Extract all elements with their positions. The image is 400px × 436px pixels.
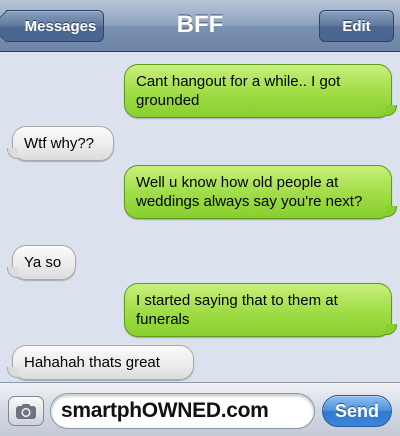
back-button-label: Messages <box>24 17 97 35</box>
message-text: Wtf why?? <box>24 135 95 152</box>
outgoing-message: I started saying that to them at funeral… <box>124 283 397 337</box>
edit-button[interactable]: Edit <box>319 10 394 42</box>
camera-icon <box>16 403 36 419</box>
compose-bar: smartphOWNED.com Send <box>0 382 400 436</box>
incoming-message: Wtf why?? <box>7 126 114 161</box>
navigation-bar: Messages BFF Edit <box>0 0 400 52</box>
message-input[interactable]: smartphOWNED.com <box>50 393 315 429</box>
message-text: Well u know how old people at weddings a… <box>136 174 363 210</box>
incoming-message: Hahahah thats great <box>7 345 194 380</box>
back-button[interactable]: Messages <box>6 10 104 42</box>
camera-button[interactable] <box>8 396 44 426</box>
message-text: Ya so <box>24 254 62 271</box>
message-text: I started saying that to them at funeral… <box>136 292 338 328</box>
message-thread: Cant hangout for a while.. I got grounde… <box>0 53 400 381</box>
outgoing-message: Well u know how old people at weddings a… <box>124 165 397 219</box>
message-text: Cant hangout for a while.. I got grounde… <box>136 73 341 109</box>
outgoing-message: Cant hangout for a while.. I got grounde… <box>124 64 397 118</box>
incoming-message: Ya so <box>7 245 76 280</box>
send-button[interactable]: Send <box>322 395 392 427</box>
message-text: Hahahah thats great <box>24 354 160 371</box>
